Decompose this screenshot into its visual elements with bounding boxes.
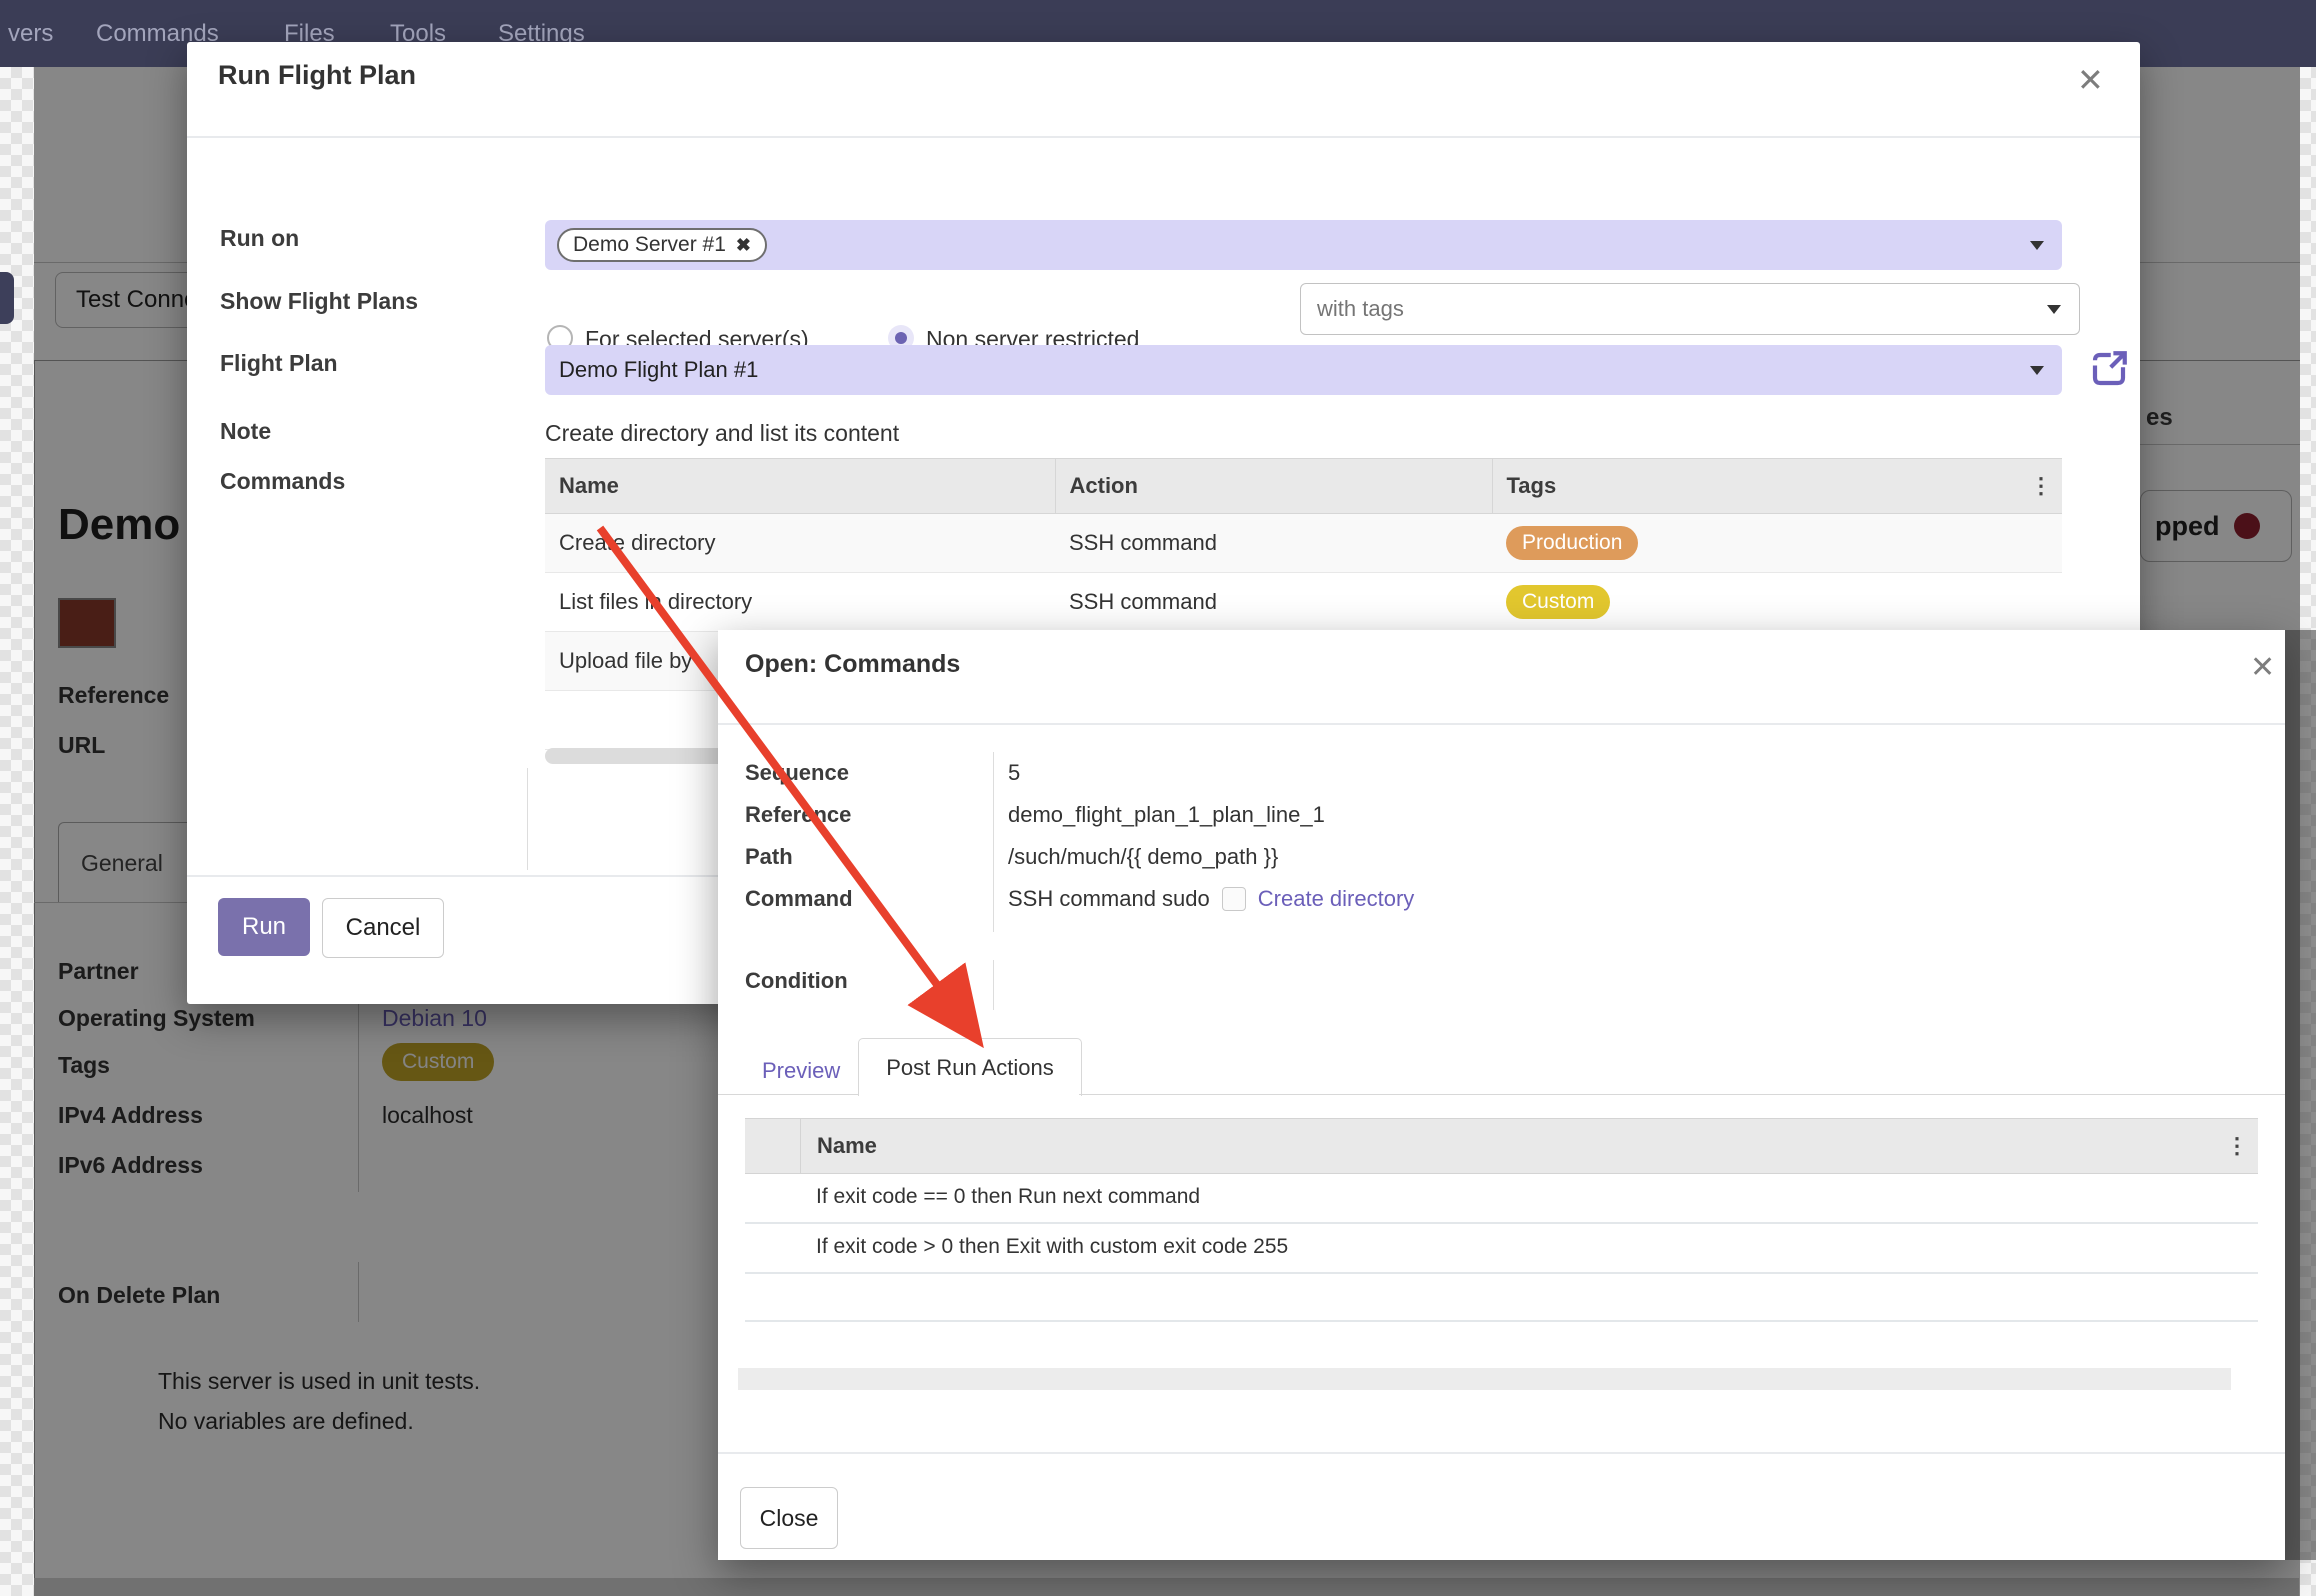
chevron-down-icon bbox=[2030, 241, 2044, 250]
commands-label: Commands bbox=[220, 468, 345, 495]
sequence-value: 5 bbox=[1008, 760, 1020, 786]
remove-tag-icon[interactable]: ✖ bbox=[736, 235, 751, 256]
cell-name: Create directory bbox=[545, 514, 1055, 573]
chevron-down-icon bbox=[2047, 305, 2061, 314]
server-tag-label: Demo Server #1 bbox=[573, 233, 726, 257]
select-column[interactable] bbox=[745, 1119, 801, 1173]
cell-tags: Production bbox=[1492, 514, 2062, 573]
cancel-button-label: Cancel bbox=[346, 914, 421, 942]
close-icon[interactable]: ✕ bbox=[2077, 64, 2104, 96]
post-run-action-row-empty bbox=[745, 1272, 2258, 1322]
kebab-menu-icon[interactable]: ⋮ bbox=[2226, 1133, 2248, 1159]
run-button-label: Run bbox=[242, 913, 286, 941]
flight-plan-select[interactable]: Demo Flight Plan #1 bbox=[545, 345, 2062, 395]
flight-plan-label: Flight Plan bbox=[220, 350, 338, 377]
header-divider bbox=[718, 723, 2285, 725]
command-value-row: SSH command sudo Create directory bbox=[1008, 886, 1414, 912]
reference-label: Reference bbox=[745, 802, 851, 828]
col-header-name[interactable]: Name bbox=[817, 1133, 877, 1159]
active-tab-mask bbox=[859, 1094, 1079, 1096]
tab-preview[interactable]: Preview bbox=[762, 1058, 840, 1084]
flight-plan-value: Demo Flight Plan #1 bbox=[545, 357, 758, 383]
command-label: Command bbox=[745, 886, 853, 912]
cell-action: SSH command bbox=[1055, 573, 1492, 632]
modal-title: Open: Commands bbox=[745, 650, 960, 679]
cell-tags: Custom bbox=[1492, 573, 2062, 632]
command-value: SSH command sudo bbox=[1008, 886, 1210, 912]
column-divider bbox=[527, 768, 528, 870]
kebab-menu-icon[interactable]: ⋮ bbox=[2030, 473, 2052, 499]
condition-label: Condition bbox=[745, 968, 848, 994]
footer-divider bbox=[718, 1452, 2285, 1454]
screenshot-stage: Test Connection Demo Reference URL Gener… bbox=[0, 0, 2316, 1596]
production-tag-pill: Production bbox=[1506, 526, 1638, 560]
nav-label: vers bbox=[8, 20, 53, 48]
modal-title: Run Flight Plan bbox=[218, 60, 416, 91]
create-directory-link[interactable]: Create directory bbox=[1258, 886, 1415, 912]
col-header-name[interactable]: Name bbox=[545, 459, 1055, 514]
col-header-tags[interactable]: Tags ⋮ bbox=[1492, 459, 2062, 514]
tab-post-run-actions[interactable]: Post Run Actions bbox=[858, 1038, 1082, 1096]
post-run-action-row[interactable]: If exit code > 0 then Exit with custom e… bbox=[745, 1222, 2258, 1274]
field-divider bbox=[993, 752, 994, 932]
field-divider bbox=[993, 960, 994, 1010]
run-on-select[interactable]: Demo Server #1 ✖ bbox=[545, 220, 2062, 270]
show-flight-plans-label: Show Flight Plans bbox=[220, 288, 418, 315]
run-on-label: Run on bbox=[220, 225, 299, 252]
post-run-action-row[interactable]: If exit code == 0 then Run next command bbox=[745, 1172, 2258, 1224]
run-button[interactable]: Run bbox=[218, 898, 310, 956]
close-button-label: Close bbox=[760, 1505, 819, 1532]
tab-post-run-actions-label: Post Run Actions bbox=[886, 1055, 1054, 1081]
cell-action: SSH command bbox=[1055, 514, 1492, 573]
external-link-icon[interactable] bbox=[2088, 348, 2130, 390]
sequence-label: Sequence bbox=[745, 760, 849, 786]
close-button[interactable]: Close bbox=[740, 1487, 838, 1549]
col-header-action[interactable]: Action bbox=[1055, 459, 1492, 514]
with-tags-select[interactable]: with tags bbox=[1300, 283, 2080, 335]
sudo-checkbox[interactable] bbox=[1222, 887, 1246, 911]
with-tags-placeholder: with tags bbox=[1317, 296, 1404, 322]
flight-plan-description: Create directory and list its content bbox=[545, 420, 899, 447]
note-label: Note bbox=[220, 418, 271, 445]
custom-tag-pill: Custom bbox=[1506, 585, 1610, 619]
action-name: If exit code == 0 then Run next command bbox=[816, 1185, 1200, 1209]
cell-name: List files in directory bbox=[545, 573, 1055, 632]
header-divider bbox=[187, 136, 2140, 138]
server-tag-chip[interactable]: Demo Server #1 ✖ bbox=[557, 228, 767, 262]
clipped-navy-button[interactable] bbox=[0, 272, 14, 324]
action-name: If exit code > 0 then Exit with custom e… bbox=[816, 1235, 1288, 1259]
inner-horizontal-scrollbar[interactable] bbox=[738, 1368, 2231, 1390]
reference-value: demo_flight_plan_1_plan_line_1 bbox=[1008, 802, 1325, 828]
col-header-tags-label: Tags bbox=[1507, 473, 1557, 498]
table-row[interactable]: Create directory SSH command Production bbox=[545, 514, 2062, 573]
table-row[interactable]: List files in directory SSH command Cust… bbox=[545, 573, 2062, 632]
chevron-down-icon bbox=[2030, 366, 2044, 375]
open-commands-modal: Open: Commands ✕ Sequence Reference Path… bbox=[718, 630, 2285, 1560]
path-label: Path bbox=[745, 844, 793, 870]
modal-edge-shade bbox=[2285, 630, 2316, 1560]
close-icon[interactable]: ✕ bbox=[2250, 652, 2275, 684]
post-run-actions-header: Name ⋮ bbox=[745, 1118, 2258, 1174]
path-value: /such/much/{{ demo_path }} bbox=[1008, 844, 1278, 870]
cancel-button[interactable]: Cancel bbox=[322, 898, 444, 958]
nav-item-servers[interactable]: vers bbox=[8, 0, 53, 67]
